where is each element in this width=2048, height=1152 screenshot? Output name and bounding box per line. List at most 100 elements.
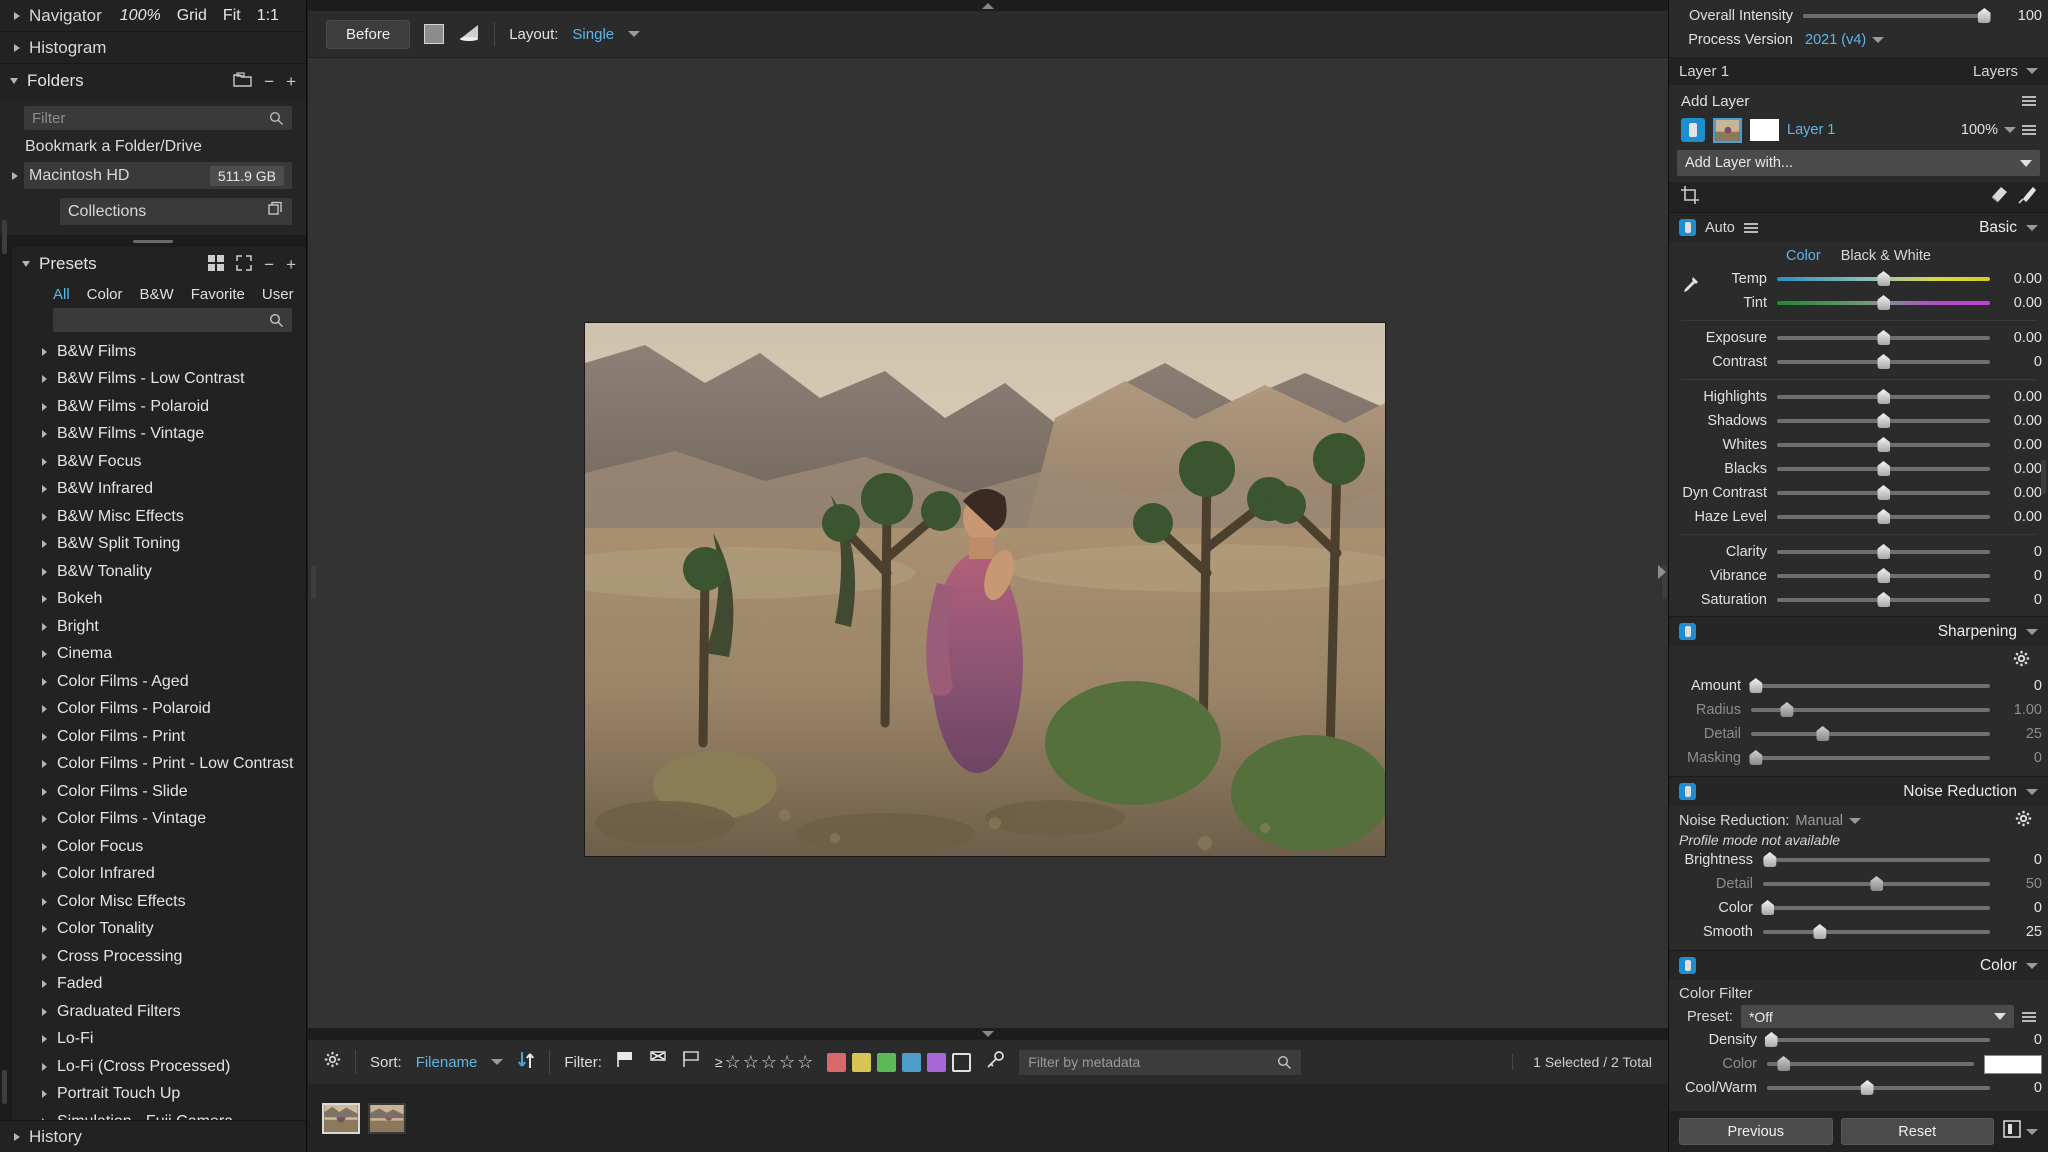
slider-control[interactable] bbox=[1777, 592, 1990, 607]
layer-opacity[interactable]: 100% bbox=[1961, 122, 2036, 138]
chevron-right-icon[interactable] bbox=[42, 925, 47, 934]
navigator-fit-button[interactable]: Fit bbox=[223, 7, 241, 25]
preset-item[interactable]: Color Films - Vintage bbox=[0, 806, 306, 834]
preset-tab-all[interactable]: All bbox=[53, 286, 70, 303]
layout-value[interactable]: Single bbox=[572, 26, 614, 43]
preset-item[interactable]: Lo-Fi bbox=[0, 1026, 306, 1054]
chevron-right-icon[interactable] bbox=[42, 1035, 47, 1044]
preset-tab-user[interactable]: User bbox=[262, 286, 294, 303]
image-viewer[interactable] bbox=[308, 58, 1668, 1028]
filmstrip-thumbnail[interactable] bbox=[368, 1102, 406, 1134]
slider-control[interactable] bbox=[1777, 389, 1990, 404]
chevron-right-icon[interactable] bbox=[42, 540, 47, 549]
add-layer-row[interactable]: Add Layer bbox=[1677, 88, 2040, 114]
slider-control[interactable] bbox=[1749, 678, 1990, 693]
chevron-down-icon[interactable] bbox=[2004, 127, 2016, 133]
presets-search-input[interactable] bbox=[53, 308, 292, 332]
preset-item[interactable]: Simulation - Fuji Camera bbox=[0, 1108, 306, 1120]
eraser-tool-icon[interactable] bbox=[1988, 186, 2008, 209]
expand-icon[interactable] bbox=[236, 254, 252, 274]
chevron-down-icon[interactable] bbox=[491, 1059, 504, 1065]
chevron-right-icon[interactable] bbox=[42, 567, 47, 576]
slider-control[interactable] bbox=[1777, 330, 1990, 345]
flag-rejected-icon[interactable] bbox=[649, 1051, 668, 1073]
chevron-right-icon[interactable] bbox=[42, 1117, 47, 1120]
basic-section-header[interactable]: Auto Basic bbox=[1669, 212, 2048, 242]
slider-control[interactable] bbox=[1761, 900, 1990, 915]
preset-item[interactable]: B&W Films - Polaroid bbox=[0, 393, 306, 421]
add-layer-with-select[interactable]: Add Layer with... bbox=[1677, 150, 2040, 176]
color-preset-select[interactable]: *Off bbox=[1740, 1005, 2014, 1028]
reset-button[interactable]: Reset bbox=[1840, 1118, 1994, 1145]
chevron-right-icon[interactable] bbox=[42, 650, 47, 659]
left-edge-grip-bottom[interactable] bbox=[2, 1070, 7, 1104]
chevron-down-icon[interactable] bbox=[2020, 159, 2032, 167]
slider-control[interactable] bbox=[1777, 461, 1990, 476]
minus-icon[interactable]: − bbox=[264, 73, 274, 90]
chevron-right-icon[interactable] bbox=[42, 1062, 47, 1071]
star-icon[interactable]: ☆ bbox=[725, 1052, 741, 1073]
chevron-right-icon[interactable] bbox=[42, 980, 47, 989]
chevron-down-icon[interactable] bbox=[2026, 224, 2038, 231]
noise-reduction-section-header[interactable]: Noise Reduction bbox=[1669, 776, 2048, 806]
chevron-right-icon[interactable] bbox=[42, 1090, 47, 1099]
chevron-right-icon[interactable] bbox=[42, 870, 47, 879]
slider-control[interactable] bbox=[1751, 726, 1990, 741]
chevron-right-icon[interactable] bbox=[14, 43, 20, 52]
chevron-right-icon[interactable] bbox=[42, 760, 47, 769]
eyedropper-icon[interactable] bbox=[1677, 276, 1699, 303]
folders-filter-input[interactable]: Filter bbox=[24, 106, 292, 130]
preset-item[interactable]: B&W Tonality bbox=[0, 558, 306, 586]
layer-mask-thumbnail[interactable] bbox=[1750, 119, 1779, 141]
preset-item[interactable]: Color Films - Print bbox=[0, 723, 306, 751]
brush-tool-icon[interactable] bbox=[2018, 186, 2036, 209]
preset-item[interactable]: Bright bbox=[0, 613, 306, 641]
presets-header[interactable]: Presets − + bbox=[0, 247, 306, 281]
slider-control[interactable] bbox=[1777, 295, 1990, 310]
slider-control[interactable] bbox=[1751, 702, 1990, 717]
tab-black-and-white[interactable]: Black & White bbox=[1841, 248, 1931, 264]
sharpening-section-header[interactable]: Sharpening bbox=[1669, 616, 2048, 646]
auto-options-icon[interactable] bbox=[1743, 221, 1758, 235]
previous-button[interactable]: Previous bbox=[1679, 1118, 1833, 1145]
chevron-down-icon[interactable] bbox=[2026, 628, 2038, 635]
chevron-down-icon[interactable] bbox=[1848, 818, 1861, 824]
grid-view-icon[interactable] bbox=[208, 254, 225, 274]
preset-item[interactable]: Color Misc Effects bbox=[0, 888, 306, 916]
collections-item[interactable]: Collections bbox=[60, 198, 292, 225]
preset-tab-favorite[interactable]: Favorite bbox=[191, 286, 245, 303]
enable-color-toggle[interactable] bbox=[1679, 957, 1696, 974]
chevron-down-icon[interactable] bbox=[2026, 1128, 2038, 1135]
chevron-right-icon[interactable] bbox=[42, 677, 47, 686]
preset-item[interactable]: Cross Processing bbox=[0, 943, 306, 971]
slider-control[interactable] bbox=[1777, 354, 1990, 369]
preset-item[interactable]: Color Infrared bbox=[0, 861, 306, 889]
slider-control[interactable] bbox=[1764, 1032, 1990, 1047]
preset-tab-bw[interactable]: B&W bbox=[140, 286, 174, 303]
chevron-right-icon[interactable] bbox=[42, 705, 47, 714]
enable-sharpening-toggle[interactable] bbox=[1679, 623, 1696, 640]
color-tag-chip[interactable] bbox=[852, 1052, 872, 1072]
preset-item[interactable]: Lo-Fi (Cross Processed) bbox=[0, 1053, 306, 1081]
chevron-right-icon[interactable] bbox=[42, 897, 47, 906]
gradient-tool-icon[interactable] bbox=[458, 22, 480, 47]
enable-noise-reduction-toggle[interactable] bbox=[1679, 783, 1696, 800]
plus-icon[interactable]: + bbox=[286, 73, 296, 90]
left-edge-grip-top[interactable] bbox=[2, 220, 7, 254]
navigator-zoom-level[interactable]: 100% bbox=[120, 7, 161, 25]
chevron-right-icon[interactable] bbox=[42, 842, 47, 851]
star-icon[interactable]: ☆ bbox=[797, 1052, 813, 1073]
layer-name[interactable]: Layer 1 bbox=[1787, 122, 1835, 138]
chevron-down-icon[interactable] bbox=[1872, 37, 1885, 43]
preset-item[interactable]: Color Tonality bbox=[0, 916, 306, 944]
layer-row[interactable]: Layer 1 100% bbox=[1677, 114, 2040, 146]
color-section-header[interactable]: Color bbox=[1669, 950, 2048, 980]
right-edge-grip[interactable] bbox=[2041, 460, 2046, 494]
keyword-filter-icon[interactable] bbox=[985, 1050, 1005, 1074]
history-row[interactable]: History bbox=[0, 1120, 306, 1152]
preset-item[interactable]: Graduated Filters bbox=[0, 998, 306, 1026]
crop-tool-icon[interactable] bbox=[1681, 185, 1699, 209]
layer-thumbnail[interactable] bbox=[1713, 117, 1742, 143]
layer-mask-icon[interactable] bbox=[1681, 118, 1705, 142]
slider-control[interactable] bbox=[1777, 509, 1990, 524]
